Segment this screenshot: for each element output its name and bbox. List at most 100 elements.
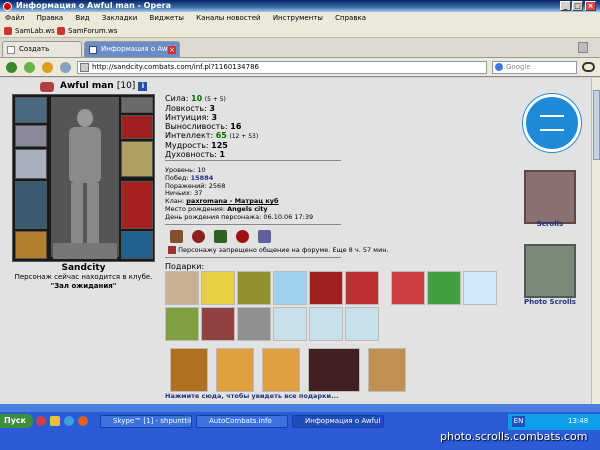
- quicklaunch-ie-icon[interactable]: [64, 416, 74, 426]
- badge-icon[interactable]: [236, 230, 249, 243]
- weapon-slot[interactable]: [15, 149, 47, 179]
- bookmark-icon: [4, 27, 12, 35]
- scrollbar-thumb[interactable]: [593, 90, 600, 160]
- gift-item[interactable]: [237, 271, 271, 305]
- quicklaunch-folder-icon[interactable]: [50, 416, 60, 426]
- search-placeholder: Google: [506, 63, 531, 71]
- gift-item[interactable]: [216, 348, 254, 392]
- bookmark-samlab[interactable]: SamLab.ws: [15, 24, 55, 38]
- scales-icon[interactable]: [523, 94, 581, 152]
- opera-icon: [3, 2, 12, 11]
- divider: [165, 224, 341, 225]
- gift-item[interactable]: [170, 348, 208, 392]
- minimize-button[interactable]: _: [560, 1, 571, 11]
- badge-icon[interactable]: [192, 230, 205, 243]
- legs-slot[interactable]: [121, 181, 153, 229]
- gift-item[interactable]: [273, 271, 307, 305]
- info-icon[interactable]: i: [138, 82, 148, 91]
- taskbar-top-strip: [0, 404, 600, 412]
- language-indicator[interactable]: EN: [512, 416, 525, 427]
- menu-widgets[interactable]: Виджеты: [150, 14, 184, 22]
- vertical-scrollbar[interactable]: [591, 78, 600, 404]
- taskbar-skype[interactable]: Skype™ [1] - shpunttik: [100, 415, 192, 428]
- clan-link[interactable]: paxromana - Матрац куб: [186, 197, 278, 205]
- gift-item[interactable]: [463, 271, 497, 305]
- gift-item[interactable]: [345, 307, 379, 341]
- armor-slot[interactable]: [15, 181, 47, 229]
- photo-scrolls-banner-icon[interactable]: [524, 244, 576, 298]
- figure-leg-right: [87, 183, 99, 245]
- bookmarks-bar: SamLab.ws SamForum.ws: [0, 24, 600, 38]
- gift-item[interactable]: [165, 307, 199, 341]
- glasses-icon[interactable]: [582, 62, 595, 72]
- menu-help[interactable]: Справка: [335, 14, 366, 22]
- maximize-button[interactable]: □: [572, 1, 583, 11]
- tab-new[interactable]: Создать вкладку: [2, 41, 82, 68]
- gift-item[interactable]: [309, 307, 343, 341]
- more-gifts-link[interactable]: Нажмите сюда, чтобы увидеть все подарки.…: [165, 392, 338, 400]
- alignment-icon: [40, 82, 54, 92]
- stat-endurance: Выносливость: 16: [165, 122, 242, 131]
- forum-ban-line: Персонажу запрещено общение на форуме. Е…: [168, 246, 389, 254]
- menu-view[interactable]: Вид: [75, 14, 89, 22]
- gift-item[interactable]: [345, 271, 379, 305]
- gift-item[interactable]: [391, 271, 425, 305]
- menu-tools[interactable]: Инструменты: [273, 14, 323, 22]
- stat-agility: Ловкость: 3: [165, 104, 215, 113]
- gloves-slot[interactable]: [121, 141, 153, 177]
- helmet-slot[interactable]: [15, 97, 47, 123]
- city-name: Sandcity: [61, 263, 106, 273]
- gift-item[interactable]: [273, 307, 307, 341]
- photo-scrolls-label[interactable]: Photo Scrolls: [516, 298, 584, 306]
- figure-torso: [69, 127, 101, 183]
- menu-feeds[interactable]: Каналы новостей: [196, 14, 260, 22]
- stat-strength: Сила: 10 (5 + 5): [165, 94, 226, 103]
- info-birthday: День рождения персонажа: 06.10.06 17:39: [165, 212, 314, 221]
- gift-item[interactable]: [201, 307, 235, 341]
- bookmark-icon: [57, 27, 65, 35]
- badge-icon[interactable]: [170, 230, 183, 243]
- quicklaunch-app-icon[interactable]: [78, 416, 88, 426]
- room-name: "Зал ожидания": [50, 282, 117, 290]
- earrings-slot[interactable]: [121, 115, 153, 139]
- gift-item[interactable]: [308, 348, 360, 392]
- address-field[interactable]: http://sandcity.combats.com/inf.pl?11601…: [77, 61, 487, 74]
- search-field[interactable]: Google: [492, 61, 577, 74]
- site-icon: [80, 63, 89, 72]
- menu-edit[interactable]: Правка: [37, 14, 64, 22]
- forum-ban-text: Персонажу запрещено общение на форуме. Е…: [178, 246, 389, 254]
- bookmark-samforum[interactable]: SamForum.ws: [68, 24, 117, 38]
- ring-slots[interactable]: [121, 97, 153, 113]
- start-button[interactable]: Пуск: [0, 414, 33, 428]
- taskbar-autocombats[interactable]: AutoCombats.info: [196, 415, 288, 428]
- close-button[interactable]: ×: [585, 1, 596, 11]
- clock: 13:48: [568, 417, 589, 425]
- gift-item[interactable]: [165, 271, 199, 305]
- gift-item[interactable]: [309, 271, 343, 305]
- scrolls-label[interactable]: Scrolls: [524, 220, 576, 228]
- forward-icon[interactable]: [24, 62, 35, 73]
- gift-item[interactable]: [427, 271, 461, 305]
- close-tab-icon[interactable]: ×: [168, 46, 176, 54]
- stat-spirituality: Духовность: 1: [165, 150, 226, 159]
- gift-item[interactable]: [237, 307, 271, 341]
- scrolls-banner-icon[interactable]: [524, 170, 576, 224]
- gift-item[interactable]: [262, 348, 300, 392]
- bracers-slot[interactable]: [15, 125, 47, 147]
- badge-icon[interactable]: [214, 230, 227, 243]
- page-icon: [89, 46, 97, 54]
- badge-icon[interactable]: [258, 230, 271, 243]
- boots-slot[interactable]: [121, 231, 153, 259]
- taskbar-opera[interactable]: Информация о Awful ...: [292, 415, 384, 428]
- menu-file[interactable]: Файл: [5, 14, 24, 22]
- tab-active[interactable]: Информация о Awful man ×: [84, 41, 180, 68]
- belt-slot[interactable]: [15, 231, 47, 259]
- trash-icon[interactable]: [578, 42, 588, 53]
- edit-icon[interactable]: [60, 62, 71, 73]
- reload-icon[interactable]: [42, 62, 53, 73]
- gift-item[interactable]: [368, 348, 406, 392]
- back-icon[interactable]: [6, 62, 17, 73]
- gift-item[interactable]: [201, 271, 235, 305]
- quicklaunch-opera-icon[interactable]: [36, 416, 46, 426]
- menu-bookmarks[interactable]: Закладки: [102, 14, 137, 22]
